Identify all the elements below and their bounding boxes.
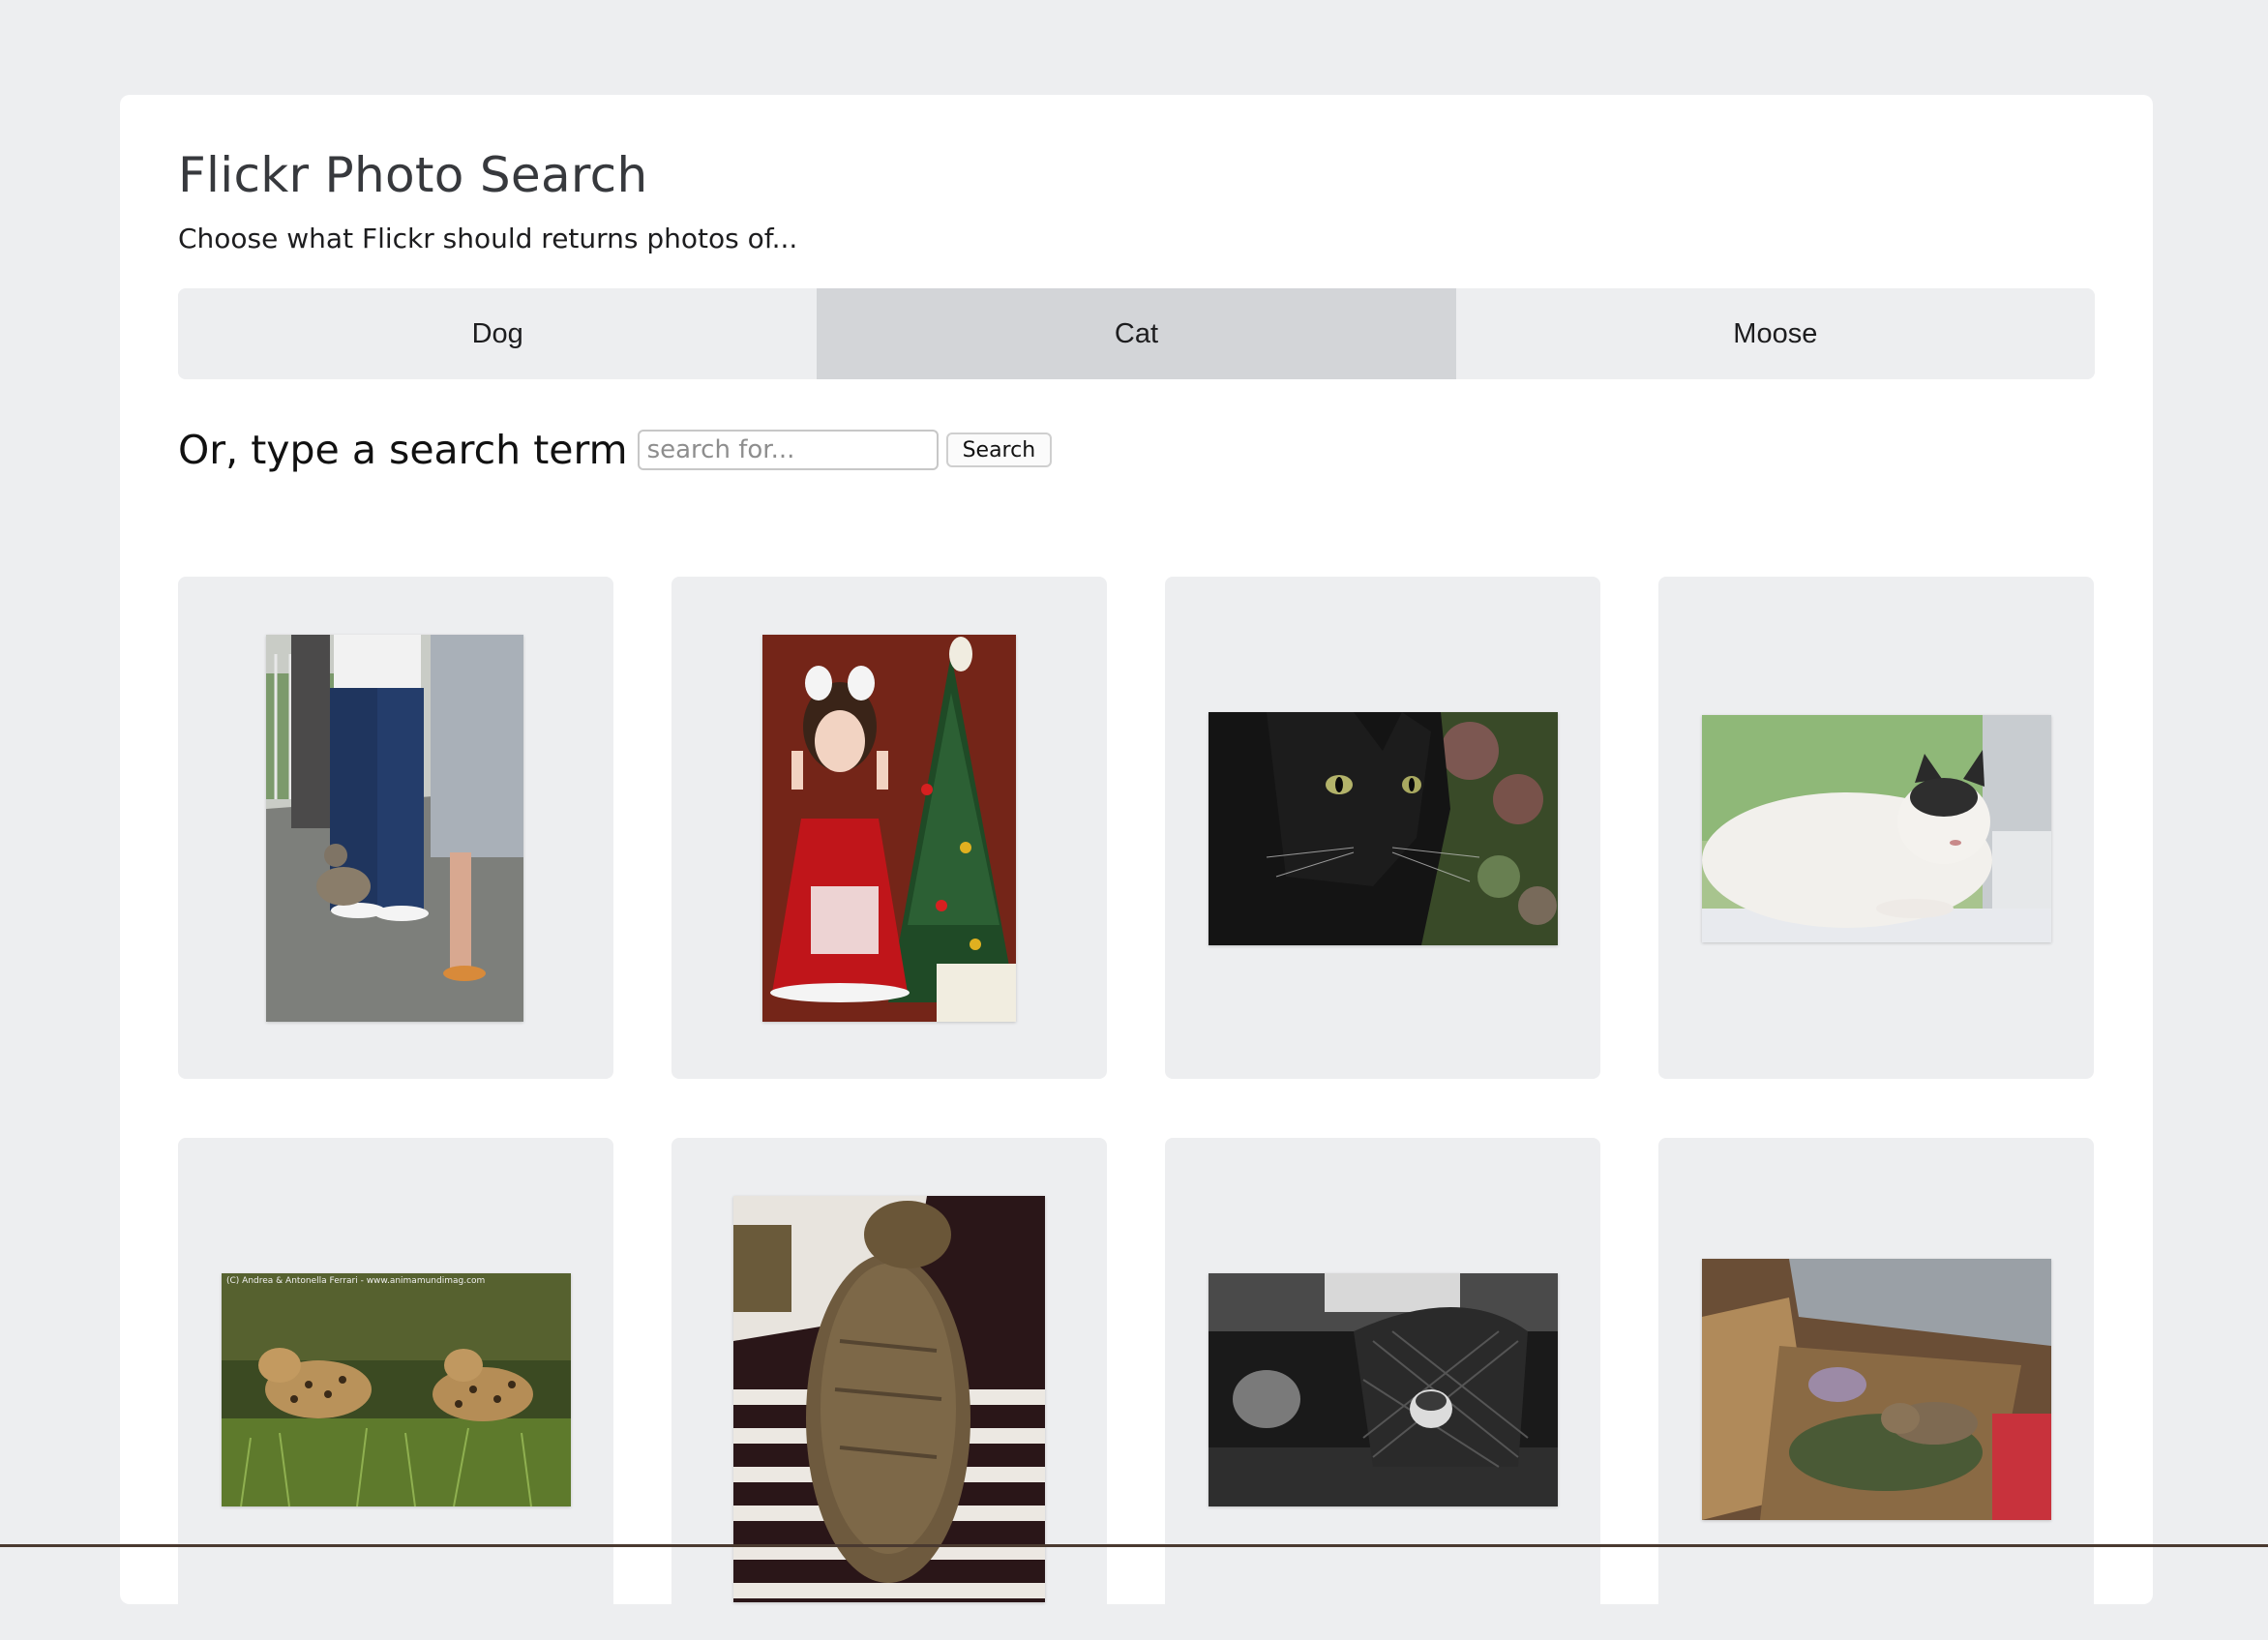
search-label: Or, type a search term: [178, 427, 628, 473]
preset-cat-button[interactable]: Cat: [817, 288, 1456, 379]
search-button[interactable]: Search: [945, 432, 1053, 467]
photo-tile[interactable]: [671, 577, 1107, 1079]
photo-tile[interactable]: [1658, 1138, 2094, 1640]
page-subtitle: Choose what Flickr should returns photos…: [178, 223, 798, 254]
photo-tile[interactable]: [1658, 577, 2094, 1079]
photo-tile[interactable]: [1165, 577, 1600, 1079]
main-card: Flickr Photo Search Choose what Flickr s…: [120, 95, 2153, 1640]
photo-tile[interactable]: [671, 1138, 1107, 1640]
search-input[interactable]: [637, 430, 939, 470]
photo-icon[interactable]: [1209, 712, 1558, 945]
photo-icon[interactable]: [762, 635, 1016, 1022]
preset-dog-button[interactable]: Dog: [178, 288, 818, 379]
preset-button-group: Dog Cat Moose: [178, 288, 2095, 379]
page-title: Flickr Photo Search: [178, 147, 648, 203]
photo-watermark: (C) Andrea & Antonella Ferrari - www.ani…: [226, 1276, 486, 1286]
photo-icon[interactable]: [266, 635, 523, 1022]
photo-icon[interactable]: [1702, 715, 2051, 942]
photo-tile[interactable]: (C) Andrea & Antonella Ferrari - www.ani…: [178, 1138, 613, 1640]
photo-grid: (C) Andrea & Antonella Ferrari - www.ani…: [178, 577, 2095, 1640]
photo-tile[interactable]: [178, 577, 613, 1079]
photo-icon[interactable]: [1209, 1273, 1558, 1506]
photo-icon[interactable]: [222, 1273, 571, 1506]
photo-tile[interactable]: [1165, 1138, 1600, 1640]
photo-icon[interactable]: [733, 1196, 1045, 1602]
search-row: Or, type a search term Search: [178, 426, 1053, 474]
photo-icon[interactable]: [1702, 1259, 2051, 1520]
preset-moose-button[interactable]: Moose: [1455, 288, 2095, 379]
